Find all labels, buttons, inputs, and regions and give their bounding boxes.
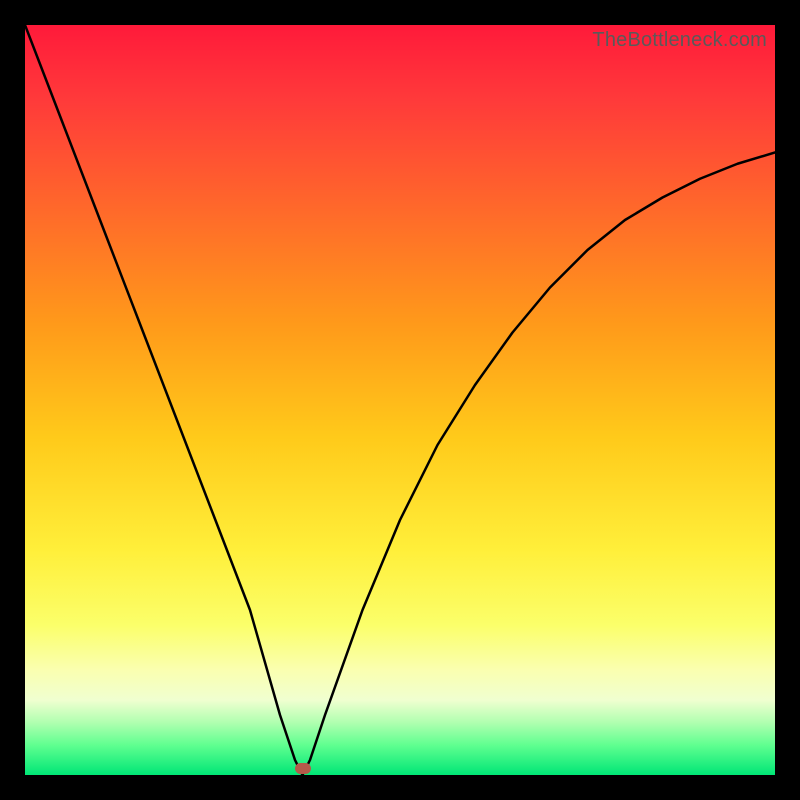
bottleneck-curve [25,25,775,775]
optimal-point-marker [295,763,311,774]
chart-container: TheBottleneck.com [0,0,800,800]
plot-area: TheBottleneck.com [25,25,775,775]
